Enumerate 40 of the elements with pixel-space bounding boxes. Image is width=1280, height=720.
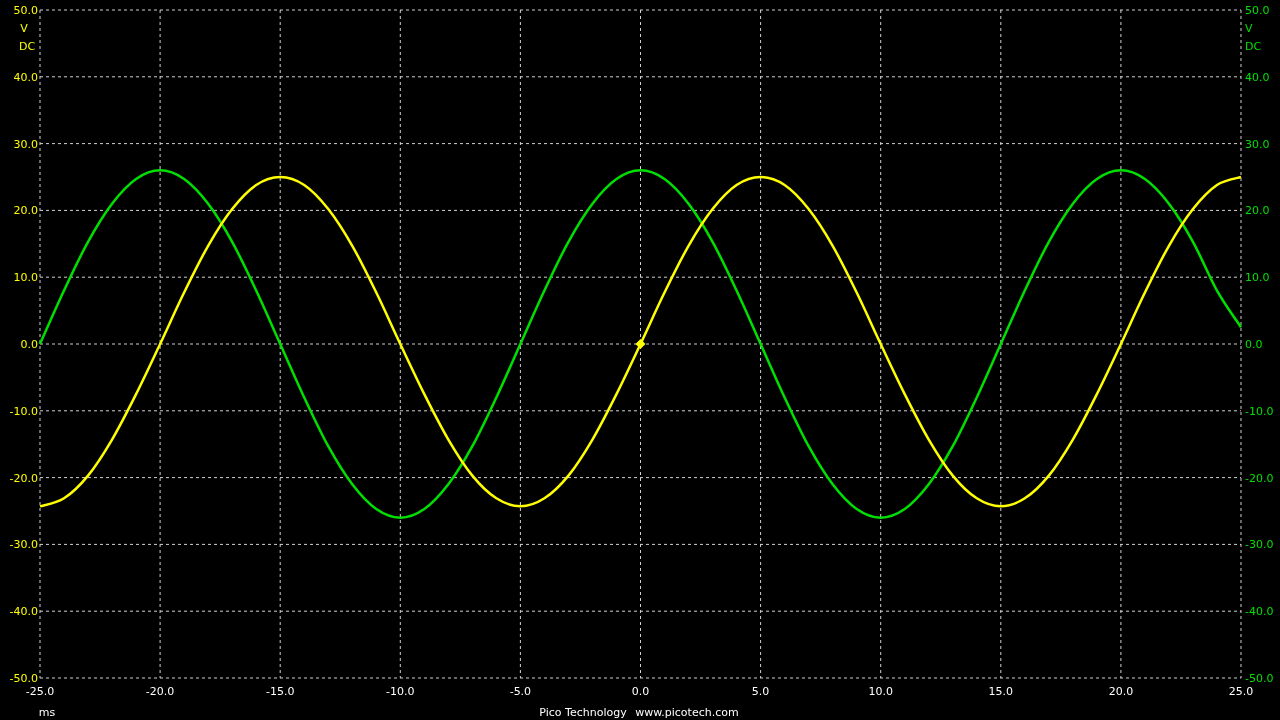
y-axis-label: -30.0	[9, 538, 38, 552]
x-axis-label: -20.0	[145, 685, 175, 698]
y-axis-label: -10.0	[1245, 404, 1274, 418]
y-axis-label: 0.0	[20, 338, 38, 351]
y-axis-label: 10.0	[13, 271, 38, 285]
y-axis-label: -50.0	[1245, 672, 1274, 685]
y-axis-label: 0.0	[1245, 338, 1263, 351]
x-axis-label: 20.0	[1108, 685, 1134, 698]
coupling-label: DC	[1245, 40, 1262, 53]
y-axis-label: -20.0	[1245, 471, 1274, 485]
x-axis-label: -15.0	[265, 685, 295, 698]
trigger-marker[interactable]	[635, 339, 646, 349]
y-axis-label: 50.0	[13, 4, 38, 17]
y-axis-label: -40.0	[9, 605, 38, 619]
company-name: Pico Technology	[539, 706, 627, 719]
y-axis-label: 20.0	[1245, 204, 1270, 218]
coupling-label: DC	[18, 40, 36, 53]
y-axis-label: 20.0	[13, 204, 38, 218]
x-axis-label: -25.0	[25, 685, 55, 698]
y-axis-label: -10.0	[9, 404, 38, 418]
x-axis-label: 25.0	[1228, 685, 1254, 698]
y-axis-label: -40.0	[1245, 605, 1274, 619]
x-axis-label: 0.0	[631, 685, 650, 698]
y-axis-label: -20.0	[9, 471, 38, 485]
y-axis-label: 40.0	[1245, 70, 1270, 84]
y-axis-label: 50.0	[1245, 4, 1270, 17]
x-axis-label: 10.0	[868, 685, 893, 698]
y-axis-label: 40.0	[13, 70, 38, 84]
x-axis-label: 15.0	[988, 685, 1014, 698]
x-axis-label: -5.0	[509, 685, 532, 698]
y-axis-label: -50.0	[9, 672, 38, 685]
y-axis-label: 30.0	[13, 137, 38, 151]
y-axis-label: 30.0	[1245, 137, 1270, 151]
y-axis-label: -30.0	[1245, 538, 1274, 552]
x-axis-unit: ms	[38, 706, 56, 719]
x-axis-label: -10.0	[386, 685, 415, 698]
unit-label: V	[20, 22, 28, 35]
unit-label: V	[1245, 22, 1253, 35]
y-axis-label: 10.0	[1245, 271, 1270, 285]
x-axis-label: 5.0	[751, 685, 770, 698]
